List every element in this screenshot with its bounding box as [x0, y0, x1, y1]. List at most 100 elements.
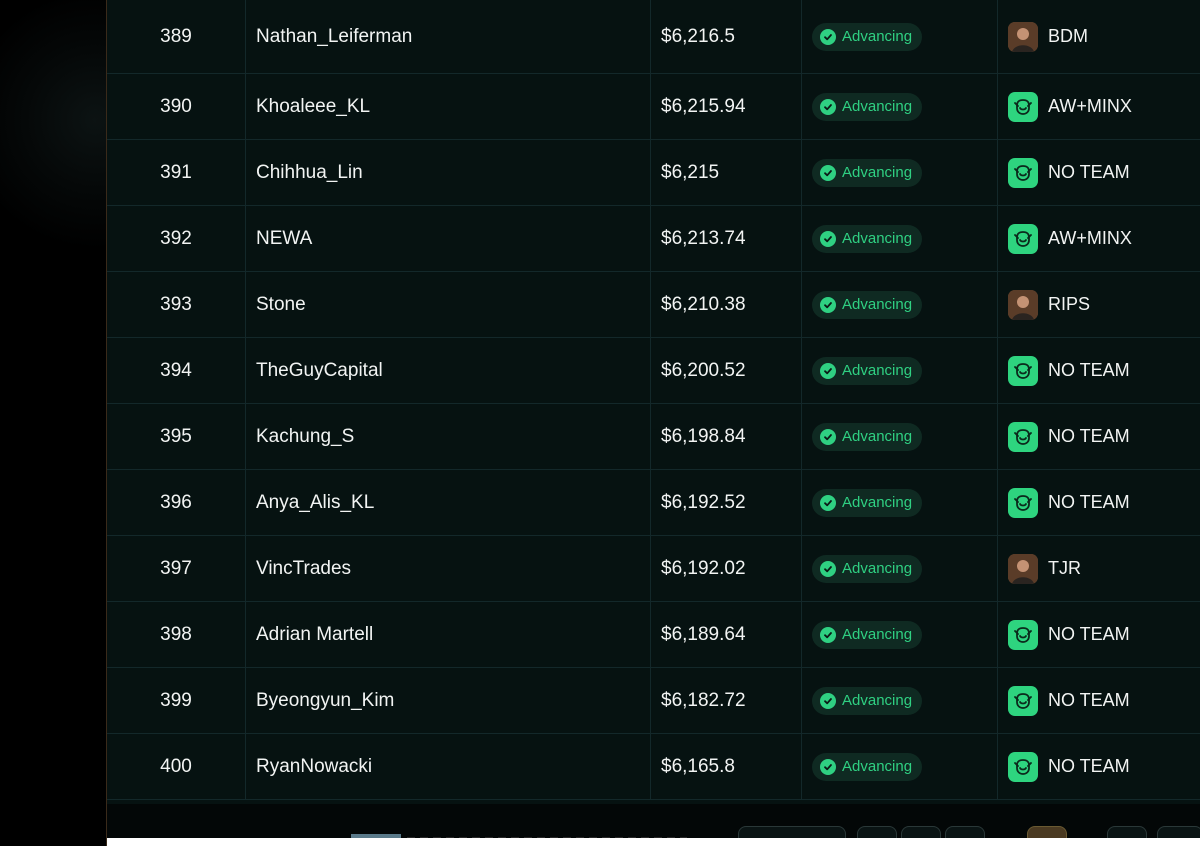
team-name: BDM — [1048, 26, 1088, 46]
status-cell: Advancing — [802, 470, 998, 535]
team-name: NO TEAM — [1048, 426, 1130, 446]
team-cell: NO TEAM — [998, 668, 1200, 733]
hand-logo-icon — [1008, 223, 1038, 254]
status-badge: Advancing — [812, 158, 923, 187]
table-row[interactable]: 394 TheGuyCapital $6,200.52 Advancing NO… — [107, 338, 1200, 404]
table-row[interactable]: 395 Kachung_S $6,198.84 Advancing NO TEA… — [107, 404, 1200, 470]
balance-cell: $6,192.52 — [651, 470, 802, 535]
status-cell: Advancing — [802, 272, 998, 337]
status-cell: Advancing — [802, 206, 998, 271]
check-circle-icon — [820, 494, 836, 511]
status-cell: Advancing — [802, 404, 998, 469]
status-label: Advancing — [842, 758, 913, 775]
status-badge: Advancing — [812, 422, 923, 451]
team-cell: RIPS — [998, 272, 1200, 337]
balance-cell: $6,192.02 — [651, 536, 802, 601]
team-name: AW+MINX — [1048, 228, 1132, 248]
username-cell: Khoaleee_KL — [246, 74, 651, 139]
username-cell: Kachung_S — [246, 404, 651, 469]
hand-logo-icon — [1008, 619, 1038, 650]
check-circle-icon — [820, 692, 836, 709]
team-name: NO TEAM — [1048, 690, 1130, 710]
team-name: NO TEAM — [1048, 162, 1130, 182]
status-label: Advancing — [842, 296, 913, 313]
rank-cell: 392 — [107, 206, 246, 271]
status-label: Advancing — [842, 626, 913, 643]
check-circle-icon — [820, 164, 836, 181]
team-name: NO TEAM — [1048, 360, 1130, 380]
team-cell: BDM — [998, 0, 1200, 73]
status-label: Advancing — [842, 98, 913, 115]
balance-cell: $6,165.8 — [651, 734, 802, 799]
check-circle-icon — [820, 230, 836, 247]
hand-logo-icon — [1008, 487, 1038, 518]
status-badge: Advancing — [812, 356, 923, 385]
status-label: Advancing — [842, 28, 913, 45]
team-cell: TJR — [998, 536, 1200, 601]
page: 389 Nathan_Leiferman $6,216.5 Advancing … — [0, 0, 1200, 846]
username-cell: Nathan_Leiferman — [246, 0, 651, 73]
rank-cell: 396 — [107, 470, 246, 535]
table-row[interactable]: 389 Nathan_Leiferman $6,216.5 Advancing … — [107, 0, 1200, 74]
status-label: Advancing — [842, 494, 913, 511]
status-badge: Advancing — [812, 554, 923, 583]
hand-logo-icon — [1008, 751, 1038, 782]
avatar-icon — [1008, 21, 1038, 52]
rank-cell: 389 — [107, 0, 246, 73]
table-row[interactable]: 397 VincTrades $6,192.02 Advancing TJR — [107, 536, 1200, 602]
username-cell: TheGuyCapital — [246, 338, 651, 403]
avatar-icon — [1008, 289, 1038, 320]
status-cell: Advancing — [802, 338, 998, 403]
status-cell: Advancing — [802, 602, 998, 667]
team-name: TJR — [1048, 558, 1081, 578]
check-circle-icon — [820, 362, 836, 379]
rank-cell: 393 — [107, 272, 246, 337]
status-label: Advancing — [842, 692, 913, 709]
team-cell: NO TEAM — [998, 404, 1200, 469]
rank-cell: 398 — [107, 602, 246, 667]
username-cell: Anya_Alis_KL — [246, 470, 651, 535]
rank-cell: 391 — [107, 140, 246, 205]
balance-cell: $6,216.5 — [651, 0, 802, 73]
check-circle-icon — [820, 296, 836, 313]
table-row[interactable]: 400 RyanNowacki $6,165.8 Advancing NO TE… — [107, 734, 1200, 800]
team-cell: AW+MINX — [998, 74, 1200, 139]
team-name: RIPS — [1048, 294, 1091, 314]
hand-logo-icon — [1008, 685, 1038, 716]
table-row[interactable]: 396 Anya_Alis_KL $6,192.52 Advancing NO … — [107, 470, 1200, 536]
status-badge: Advancing — [812, 224, 923, 253]
status-label: Advancing — [842, 164, 913, 181]
hand-logo-icon — [1008, 157, 1038, 188]
team-cell: NO TEAM — [998, 470, 1200, 535]
table-row[interactable]: 392 NEWA $6,213.74 Advancing AW+MINX — [107, 206, 1200, 272]
balance-cell: $6,189.64 — [651, 602, 802, 667]
status-cell: Advancing — [802, 0, 998, 73]
table-row[interactable]: 399 Byeongyun_Kim $6,182.72 Advancing NO… — [107, 668, 1200, 734]
status-cell: Advancing — [802, 74, 998, 139]
status-label: Advancing — [842, 428, 913, 445]
status-label: Advancing — [842, 362, 913, 379]
rank-cell: 397 — [107, 536, 246, 601]
username-cell: Adrian Martell — [246, 602, 651, 667]
avatar-icon — [1008, 553, 1038, 584]
check-circle-icon — [820, 428, 836, 445]
team-name: AW+MINX — [1048, 96, 1132, 116]
balance-cell: $6,215 — [651, 140, 802, 205]
table-row[interactable]: 393 Stone $6,210.38 Advancing RIPS — [107, 272, 1200, 338]
leaderboard-panel: 389 Nathan_Leiferman $6,216.5 Advancing … — [106, 0, 1200, 846]
status-badge: Advancing — [812, 290, 923, 319]
team-cell: AW+MINX — [998, 206, 1200, 271]
table-row[interactable]: 390 Khoaleee_KL $6,215.94 Advancing AW+M… — [107, 74, 1200, 140]
balance-cell: $6,200.52 — [651, 338, 802, 403]
hand-logo-icon — [1008, 91, 1038, 122]
check-circle-icon — [820, 28, 836, 45]
status-badge: Advancing — [812, 620, 923, 649]
balance-cell: $6,215.94 — [651, 74, 802, 139]
leaderboard-table: 389 Nathan_Leiferman $6,216.5 Advancing … — [107, 0, 1200, 800]
balance-cell: $6,198.84 — [651, 404, 802, 469]
rank-cell: 399 — [107, 668, 246, 733]
check-circle-icon — [820, 98, 836, 115]
table-row[interactable]: 391 Chihhua_Lin $6,215 Advancing NO TEAM — [107, 140, 1200, 206]
table-row[interactable]: 398 Adrian Martell $6,189.64 Advancing N… — [107, 602, 1200, 668]
balance-cell: $6,182.72 — [651, 668, 802, 733]
